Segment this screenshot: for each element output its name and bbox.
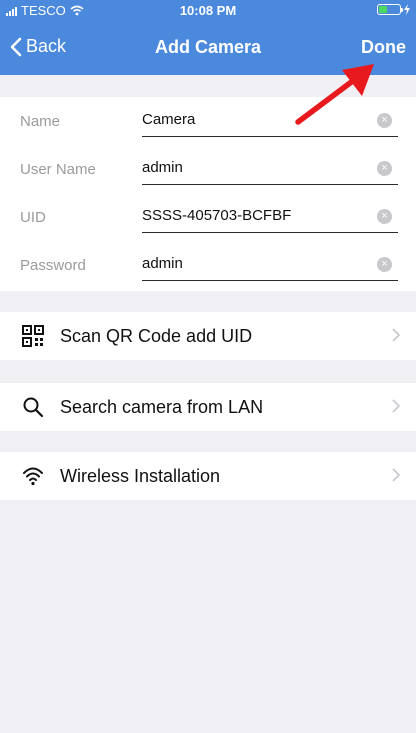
password-input[interactable] [142, 255, 362, 272]
username-label: User Name [20, 161, 96, 178]
search-lan-cell[interactable]: Search camera from LAN [0, 383, 416, 431]
wifi-icon [23, 467, 43, 486]
annotation-arrow-icon [295, 64, 374, 125]
search-icon [23, 397, 44, 418]
chevron-right-icon [392, 328, 400, 342]
clear-icon[interactable]: × [377, 257, 392, 272]
chevron-right-icon [392, 399, 400, 413]
password-row: Password × [0, 241, 416, 289]
status-time: 10:08 PM [179, 3, 237, 18]
uid-field[interactable]: × [142, 201, 398, 233]
battery-icon [377, 4, 403, 15]
status-bar: TESCO 10:08 PM [0, 0, 416, 20]
username-row: User Name × [0, 145, 416, 193]
page-title: Add Camera [154, 37, 262, 57]
qr-code-icon [22, 325, 44, 347]
search-lan-label: Search camera from LAN [60, 397, 264, 417]
done-button[interactable]: Done [361, 37, 406, 58]
uid-input[interactable] [142, 207, 362, 224]
password-field[interactable]: × [142, 249, 398, 281]
name-label: Name [20, 113, 61, 130]
username-input[interactable] [142, 159, 362, 176]
clear-icon[interactable]: × [377, 161, 392, 176]
uid-row: UID × [0, 193, 416, 241]
password-label: Password [20, 257, 86, 274]
uid-label: UID [20, 209, 46, 226]
clear-icon[interactable]: × [377, 209, 392, 224]
wireless-install-label: Wireless Installation [60, 466, 221, 486]
charging-icon [404, 4, 410, 15]
chevron-right-icon [392, 468, 400, 482]
scan-qr-label: Scan QR Code add UID [60, 326, 253, 346]
username-field[interactable]: × [142, 153, 398, 185]
wireless-install-cell[interactable]: Wireless Installation [0, 452, 416, 500]
battery-area [377, 4, 410, 15]
clear-icon[interactable]: × [377, 113, 392, 128]
scan-qr-cell[interactable]: Scan QR Code add UID [0, 312, 416, 360]
